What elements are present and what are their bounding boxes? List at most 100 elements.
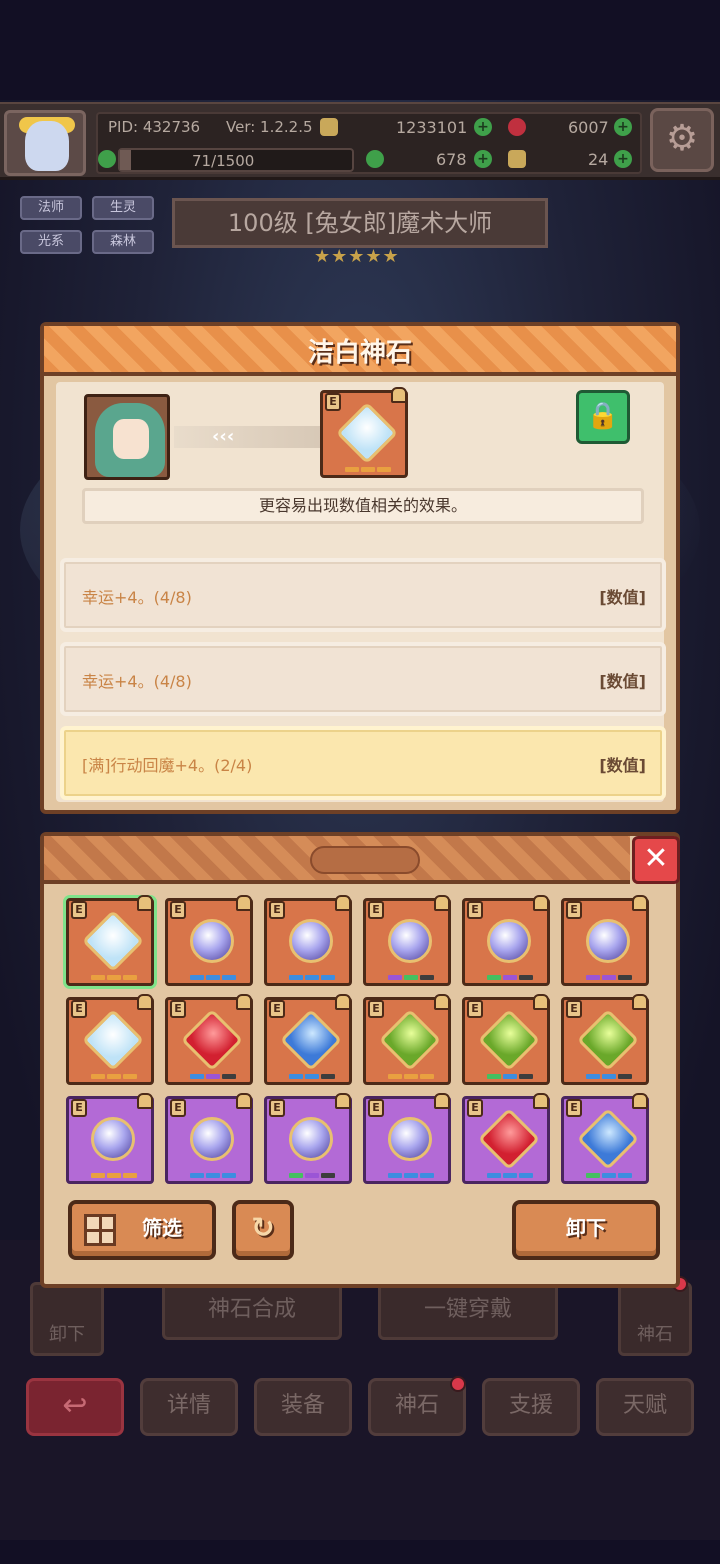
red-gem-icon [180,1008,244,1072]
gem-cell[interactable]: E [66,1093,154,1184]
gem-cell[interactable]: E [165,895,253,986]
cell-lock-icon [236,895,252,911]
clover-count: 678 [436,150,467,169]
rarity-pip [586,1074,600,1079]
equipped-e-icon: E [325,393,341,411]
gem-rarity-pips [487,975,533,981]
rarity-pip [519,1173,533,1178]
gem-synthesis-button[interactable]: 神石合成 [162,1282,342,1340]
player-avatar[interactable] [4,110,86,176]
gem-rarity-pips [487,1074,533,1080]
rarity-pip [586,975,600,980]
cell-lock-icon [533,994,549,1010]
rarity-pip [618,975,632,980]
gem-cell[interactable]: E [66,994,154,1085]
gem-cell[interactable]: E [462,1093,550,1184]
rarity-pip [123,975,137,980]
add-key-icon[interactable]: + [614,150,632,168]
filter-grid-icon [84,1214,116,1246]
gem-cell[interactable]: E [165,1093,253,1184]
energy-bar: 71/1500 [118,148,354,172]
tab-details[interactable]: 详情 [140,1378,238,1436]
equipped-e-icon: E [71,1099,87,1117]
gem-rarity-pips [190,1074,236,1080]
orb-gem-icon [289,1117,333,1161]
attribute-tag: [数值] [599,756,646,775]
gem-cell[interactable]: E [165,994,253,1085]
refresh-icon[interactable]: ↻ [232,1200,294,1260]
attribute-text: 幸运+4。(4/8) [82,588,192,607]
rarity-pip [289,975,303,980]
rarity-pip [420,1173,434,1178]
close-icon[interactable]: ✕ [632,836,680,884]
gem-cell[interactable]: E [462,994,550,1085]
filter-button[interactable]: 筛选 [68,1200,216,1260]
gem-rarity-pips [91,1173,137,1179]
gem-cell[interactable]: E [264,1093,352,1184]
gem-rarity-pips [289,1173,335,1179]
rarity-pip [91,975,105,980]
gem-cell[interactable]: E [561,994,649,1085]
gem-cell[interactable]: E [561,895,649,986]
gem-cell[interactable]: E [462,895,550,986]
gem-grid: E E E E E E E E E E E E E E E E E E [66,895,666,1198]
gem-cell[interactable]: E [264,994,352,1085]
rarity-pip [420,1074,434,1079]
rarity-pip [602,1074,616,1079]
gem-cell[interactable]: E [561,1093,649,1184]
gem-rarity-pips [586,1173,632,1179]
unequip-dim-button[interactable]: 卸下 [30,1282,104,1356]
cell-lock-icon [137,1093,153,1109]
cell-lock-icon [137,895,153,911]
lock-toggle-button[interactable]: 🔒 [576,390,630,444]
gem-cell[interactable]: E [363,1093,451,1184]
gem-description: 更容易出现数值相关的效果。 [82,488,644,524]
orb-gem-icon [289,919,333,963]
key-count: 24 [588,150,609,169]
blue-gem-icon [279,1008,343,1072]
gem-rarity-pips [487,1173,533,1179]
gem-rarity-pips [289,975,335,981]
selected-gem-slot[interactable]: E [320,387,408,478]
unequip-button[interactable]: 卸下 [512,1200,660,1260]
rarity-pip [388,975,402,980]
orb-gem-icon [388,1117,432,1161]
portrait-face [113,419,149,459]
equip-all-button[interactable]: 一键穿戴 [378,1282,558,1340]
rarity-pip [503,1173,517,1178]
rarity-pip [487,1074,501,1079]
gem-cell[interactable]: E [264,895,352,986]
gem-cell[interactable]: E [363,895,451,986]
tag-class: 法师 [20,196,82,220]
rarity-pip [377,467,391,472]
key-icon [508,150,526,168]
energy-label: 71/1500 [192,152,255,170]
rarity-pip [107,975,121,980]
attribute-text: [满]行动回魔+4。(2/4) [82,756,253,775]
rarity-pip [321,1074,335,1079]
tab-equipment[interactable]: 装备 [254,1378,352,1436]
filter-label: 筛选 [142,1216,182,1240]
rarity-pip [487,975,501,980]
add-gold-icon[interactable]: + [474,118,492,136]
back-icon[interactable]: ↩ [26,1378,124,1436]
tab-talent[interactable]: 天赋 [596,1378,694,1436]
gem-cell[interactable]: E [363,994,451,1085]
equipped-e-icon: E [170,901,186,919]
equipped-e-icon: E [368,1099,384,1117]
add-gem-icon[interactable]: + [614,118,632,136]
cell-lock-icon [434,994,450,1010]
add-clover-icon[interactable]: + [474,150,492,168]
equipped-e-icon: E [269,901,285,919]
gem-dim-button[interactable]: 神石 [618,1282,692,1356]
rarity-pip [404,975,418,980]
green-gem-icon [378,1008,442,1072]
gem-cell[interactable]: E [66,895,154,986]
rarity-pip [388,1173,402,1178]
hero-portrait[interactable] [84,394,170,480]
settings-gear-icon[interactable]: ⚙ [650,108,714,172]
orb-gem-icon [388,919,432,963]
orb-gem-icon [586,919,630,963]
tab-support[interactable]: 支援 [482,1378,580,1436]
rarity-pip [519,1074,533,1079]
